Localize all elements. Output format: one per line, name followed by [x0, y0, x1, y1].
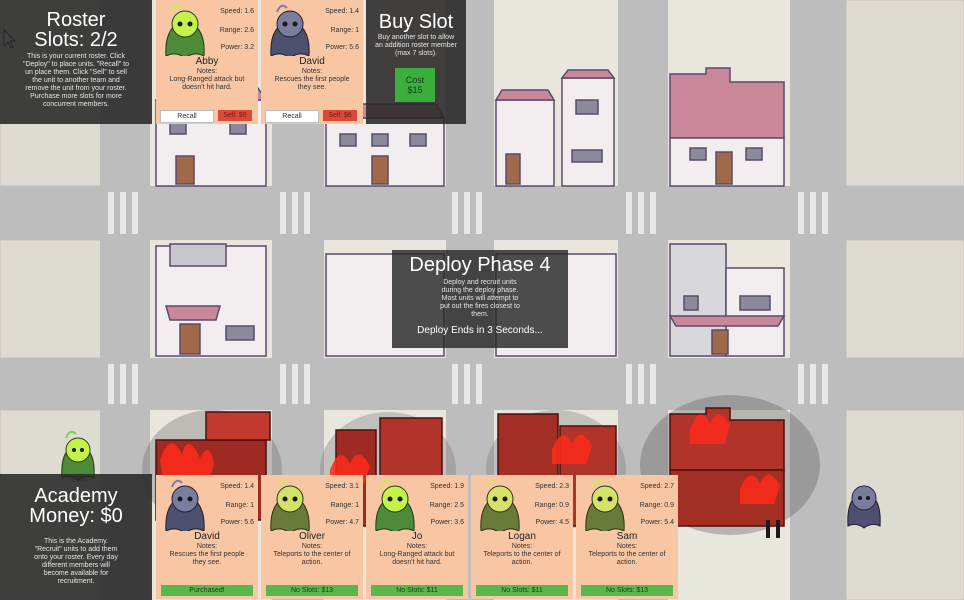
unit-card: Speed: 3.1 Range: 1 Power: 4.7 Oliver Notes:… [261, 475, 363, 599]
roster-title: Roster [46, 9, 106, 31]
unit-portrait [475, 477, 525, 534]
unit-speed: Speed: 1.6 [220, 8, 254, 15]
unit-speed: Speed: 1.4 [220, 483, 254, 490]
unit-notes-label: Notes: [196, 68, 218, 75]
unit-notes: Rescues the first people they see. [274, 76, 350, 91]
unit-card: Speed: 1.6 Range: 2.6 Power: 3.2 Abby Notes:… [156, 0, 258, 124]
sell-button[interactable]: Sell: $6 [218, 110, 252, 121]
buy-slot-panel: Buy Slot Buy another slot to allow an ad… [366, 0, 466, 124]
unit-portrait [580, 477, 630, 534]
unit-power: Power: 5.6 [220, 519, 254, 526]
roster-slots: Slots: 2/2 [34, 29, 118, 51]
unit-notes: Teleports to the center of action. [273, 551, 351, 566]
recruit-button[interactable]: No Slots: $13 [266, 585, 358, 596]
deploy-countdown: Deploy Ends in 3 Seconds... [417, 325, 543, 336]
recruit-button[interactable]: No Slots: $11 [371, 585, 463, 596]
unit-range: Range: 2.6 [219, 27, 254, 34]
roster-panel: Roster Slots: 2/2 This is your current r… [0, 0, 152, 124]
unit-power: Power: 3.6 [430, 519, 464, 526]
unit-range: Range: 0.9 [639, 502, 674, 509]
unit-speed: Speed: 2.7 [640, 483, 674, 490]
recall-button[interactable]: Recall [160, 110, 214, 123]
academy-panel: Academy Money: $0 This is the Academy. "… [0, 474, 152, 600]
unit-power: Power: 5.4 [640, 519, 674, 526]
buy-slot-button[interactable]: Cost $15 [395, 68, 435, 102]
academy-money: Money: $0 [29, 505, 123, 527]
deploy-phase-panel: Deploy Phase 4 Deploy and recruit units … [392, 250, 568, 348]
unit-range: Range: 1 [330, 502, 359, 509]
unit-speed: Speed: 2.3 [535, 483, 569, 490]
sell-button[interactable]: Sell: $6 [323, 110, 357, 121]
academy-description: This is the Academy. "Recruit" units to … [34, 538, 118, 585]
unit-name: Sam [616, 531, 638, 542]
deploy-phase-description: Deploy and recruit units during the depl… [440, 279, 520, 318]
academy-title: Academy [34, 485, 118, 507]
unit-name: Logan [508, 531, 536, 542]
unit-notes: Long-Ranged attack but doesn't hit hard. [379, 551, 455, 566]
unit-portrait [160, 2, 210, 59]
unit-portrait [265, 477, 315, 534]
unit-name: Abby [195, 56, 219, 67]
unit-notes: Rescues the first people they see. [169, 551, 245, 566]
unit-speed: Speed: 1.4 [325, 8, 359, 15]
unit-speed: Speed: 1.9 [430, 483, 464, 490]
unit-portrait [265, 2, 315, 59]
unit-power: Power: 4.7 [325, 519, 359, 526]
buy-slot-button-label: Cost $15 [405, 75, 425, 95]
unit-card: Speed: 1.4 Range: 1 Power: 5.6 David Notes: R… [261, 0, 363, 124]
unit-name: Oliver [298, 531, 326, 542]
unit-notes: Long-Ranged attack but doesn't hit hard. [169, 76, 245, 91]
unit-name: David [299, 56, 325, 67]
recruit-button[interactable]: No Slots: $13 [581, 585, 673, 596]
unit-speed: Speed: 3.1 [325, 483, 359, 490]
unit-range: Range: 0.9 [534, 502, 569, 509]
unit-notes-label: Notes: [196, 543, 218, 550]
unit-power: Power: 3.2 [220, 44, 254, 51]
unit-power: Power: 5.6 [325, 44, 359, 51]
buy-slot-title: Buy Slot [378, 11, 454, 33]
unit-notes: Teleports to the center of action. [483, 551, 561, 566]
unit-range: Range: 1 [225, 502, 254, 509]
unit-name: David [194, 531, 220, 542]
unit-power: Power: 4.5 [535, 519, 569, 526]
unit-range: Range: 1 [330, 27, 359, 34]
unit-card: Speed: 2.7 Range: 0.9 Power: 5.4 Sam Notes: T… [576, 475, 678, 599]
unit-notes-label: Notes: [406, 543, 428, 550]
buy-slot-description: Buy another slot to allow an addition ro… [375, 34, 457, 57]
unit-notes-label: Notes: [616, 543, 638, 550]
unit-portrait [160, 477, 210, 534]
deploy-phase-title: Deploy Phase 4 [409, 254, 551, 276]
recruit-button[interactable]: No Slots: $11 [476, 585, 568, 596]
recruit-button[interactable]: Purchased! [161, 585, 253, 596]
recall-button[interactable]: Recall [265, 110, 319, 123]
unit-notes-label: Notes: [511, 543, 533, 550]
unit-card: Speed: 2.3 Range: 0.9 Power: 4.5 Logan Notes… [471, 475, 573, 599]
unit-notes-label: Notes: [301, 543, 323, 550]
unit-name: Jo [411, 531, 423, 542]
unit-range: Range: 2.5 [429, 502, 464, 509]
building [669, 67, 785, 187]
roster-description: This is your current roster. Click "Depl… [22, 53, 130, 108]
unit-card: Speed: 1.9 Range: 2.5 Power: 3.6 Jo Notes: Lo… [366, 475, 468, 599]
unit-notes-label: Notes: [301, 68, 323, 75]
unit-portrait [370, 477, 420, 534]
unit-card: Speed: 1.4 Range: 1 Power: 5.6 David Notes: R… [156, 475, 258, 599]
unit-notes: Teleports to the center of action. [588, 551, 666, 566]
building [155, 243, 267, 357]
